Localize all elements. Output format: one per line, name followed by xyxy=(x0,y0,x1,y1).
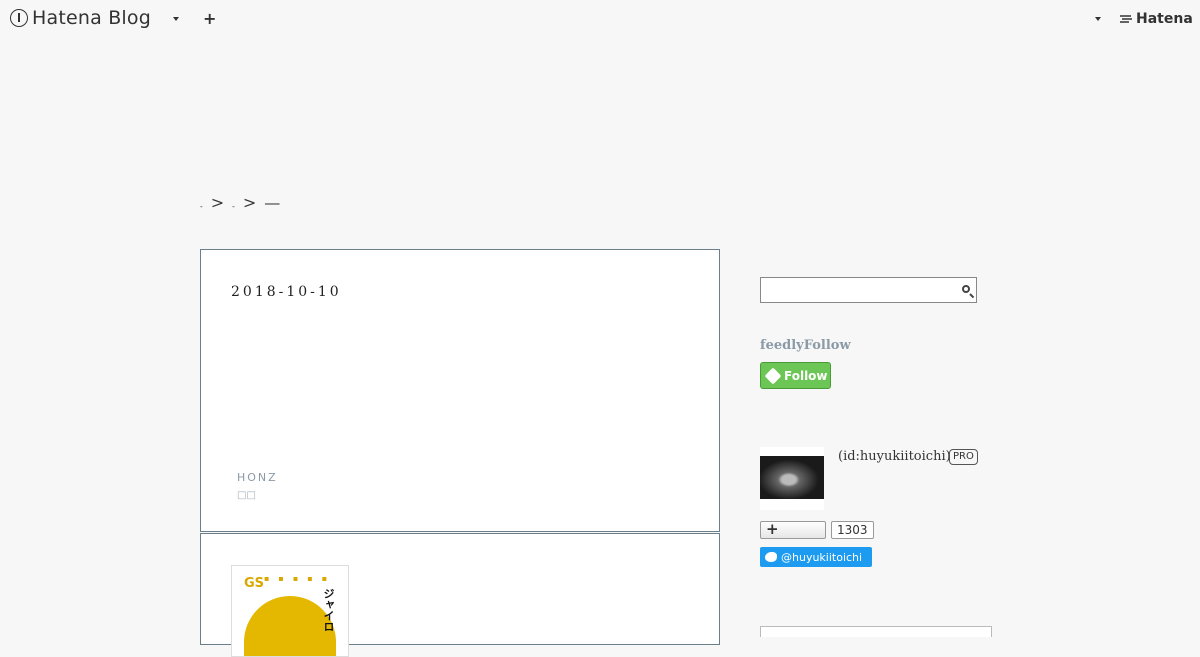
breadcrumb-separator: > xyxy=(210,193,225,212)
hatena-navbar: Hatena Blog + Hatena xyxy=(0,0,1200,38)
search-box xyxy=(760,277,977,303)
hatena-blog-logo[interactable]: Hatena Blog xyxy=(10,7,151,29)
avatar[interactable] xyxy=(760,447,824,510)
sidebar-module-next xyxy=(760,626,992,637)
plus-icon[interactable]: + xyxy=(203,9,216,28)
breadcrumb-separator: > xyxy=(242,193,257,212)
twitter-follow-button[interactable]: @huyukiitoichi xyxy=(760,547,872,567)
profile-id[interactable]: (id:huyukiitoichi) xyxy=(838,449,951,464)
reader-subscribe-button[interactable]: + xyxy=(760,520,826,539)
entry-header: 2018-10-10 HONZ □□ xyxy=(200,249,720,532)
search-icon[interactable] xyxy=(962,285,970,293)
hatena-logo-icon xyxy=(1120,15,1132,23)
breadcrumb: - > - > — xyxy=(200,193,280,212)
search-input[interactable] xyxy=(765,279,959,303)
breadcrumb-current: — xyxy=(264,193,281,212)
hatena-blog-logo-icon xyxy=(10,9,28,27)
entry-source: HONZ xyxy=(237,471,278,484)
chevron-down-icon[interactable] xyxy=(173,17,179,21)
book-cover-decoration: ▪▪▪▪▪ xyxy=(264,574,337,583)
plus-icon: + xyxy=(766,520,779,538)
feedly-heading: feedlyFollow xyxy=(760,338,851,353)
book-title: ジャイロ xyxy=(322,588,335,632)
book-cover-image[interactable]: GS ▪▪▪▪▪ ジャイロ xyxy=(231,565,349,657)
chevron-down-icon[interactable] xyxy=(1095,17,1101,21)
pro-badge: PRO xyxy=(949,449,978,465)
avatar-image xyxy=(760,456,824,499)
book-series-mark: GS xyxy=(244,576,265,591)
reader-count: 1303 xyxy=(831,521,874,539)
twitter-bird-icon xyxy=(765,552,777,562)
twitter-handle: @huyukiitoichi xyxy=(781,550,863,564)
feedly-icon xyxy=(764,367,782,384)
brand-label: Hatena Blog xyxy=(32,7,151,29)
breadcrumb-link[interactable]: - xyxy=(232,194,235,211)
hatena-label: Hatena xyxy=(1136,11,1193,27)
entry-source-sub: □□ xyxy=(237,490,256,501)
breadcrumb-link[interactable]: - xyxy=(200,194,203,211)
feedly-follow-button[interactable]: Follow xyxy=(760,362,831,389)
feedly-follow-label: Follow xyxy=(784,368,828,383)
hatena-menu[interactable]: Hatena xyxy=(1119,11,1193,27)
entry-date[interactable]: 2018-10-10 xyxy=(231,284,342,300)
entry-body: GS ▪▪▪▪▪ ジャイロ xyxy=(200,533,720,657)
